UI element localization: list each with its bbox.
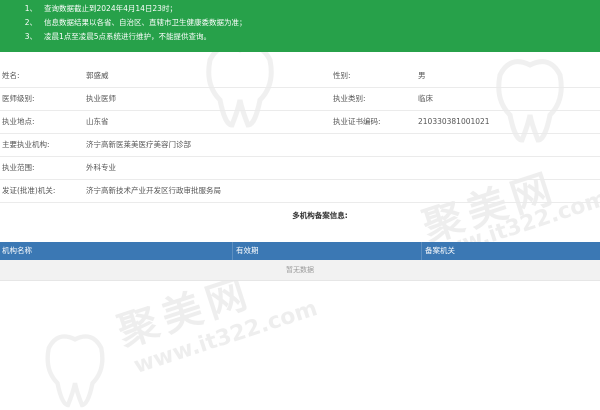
divider bbox=[0, 280, 600, 281]
category-label: 执业类别: bbox=[333, 94, 366, 103]
scope-value: 外科专业 bbox=[86, 163, 116, 172]
url-watermark: www.it322.com bbox=[130, 296, 321, 379]
notice-number: 1、 bbox=[24, 4, 37, 13]
tooth-watermark-icon bbox=[45, 334, 105, 408]
info-row: 执业地点: 山东省 执业证书编码: 210330381001021 bbox=[0, 111, 600, 134]
scope-label: 执业范围: bbox=[2, 163, 35, 172]
column-header-authority: 备案机关 bbox=[425, 246, 455, 255]
notice-item: 3、 凌晨1点至凌晨5点系统进行维护，不能提供查询。 bbox=[6, 32, 211, 42]
institution-value: 济宁高新医莱美医疗美容门诊部 bbox=[86, 140, 191, 149]
institution-label: 主要执业机构: bbox=[2, 140, 50, 149]
authority-value: 济宁高新技术产业开发区行政审批服务局 bbox=[86, 186, 221, 195]
name-value: 郭盛威 bbox=[86, 71, 109, 80]
notice-banner: 1、 查询数据截止到2024年4月14日23时； 2、 信息数据结果以各省、自治区、… bbox=[0, 0, 600, 52]
notice-item: 2、 信息数据结果以各省、自治区、直辖市卫生健康委数据为准； bbox=[6, 18, 247, 28]
gender-label: 性别: bbox=[333, 71, 351, 80]
info-row: 主要执业机构: 济宁高新医莱美医疗美容门诊部 bbox=[0, 134, 600, 157]
column-divider bbox=[232, 242, 233, 260]
multi-institution-title: 多机构备案信息: bbox=[292, 211, 348, 220]
authority-label: 发证(批准)机关: bbox=[2, 186, 56, 195]
notice-item: 1、 查询数据截止到2024年4月14日23时； bbox=[6, 4, 177, 14]
level-value: 执业医师 bbox=[86, 94, 116, 103]
info-row: 执业范围: 外科专业 bbox=[0, 157, 600, 180]
location-label: 执业地点: bbox=[2, 117, 35, 126]
page: 聚美网 www.it322.com 聚美网 www.it322.com 1、 查询… bbox=[0, 0, 600, 410]
location-value: 山东省 bbox=[86, 117, 109, 126]
column-header-validity: 有效期 bbox=[236, 246, 259, 255]
column-divider bbox=[421, 242, 422, 260]
info-row: 医师级别: 执业医师 执业类别: 临床 bbox=[0, 88, 600, 111]
category-value: 临床 bbox=[418, 94, 433, 103]
info-row: 发证(批准)机关: 济宁高新技术产业开发区行政审批服务局 bbox=[0, 180, 600, 203]
doctor-info-table: 姓名: 郭盛威 性别: 男 医师级别: 执业医师 执业类别: 临床 执业地点: … bbox=[0, 65, 600, 203]
column-header-institution: 机构名称 bbox=[2, 246, 32, 255]
cert-label: 执业证书编码: bbox=[333, 117, 381, 126]
gender-value: 男 bbox=[418, 71, 426, 80]
notice-number: 2、 bbox=[24, 18, 37, 27]
notice-text: 查询数据截止到2024年4月14日23时； bbox=[44, 4, 177, 13]
notice-text: 凌晨1点至凌晨5点系统进行维护，不能提供查询。 bbox=[44, 32, 212, 41]
name-label: 姓名: bbox=[2, 71, 20, 80]
multi-table-header: 机构名称 有效期 备案机关 bbox=[0, 242, 600, 260]
empty-state-row: 暂无数据 bbox=[0, 260, 600, 280]
notice-number: 3、 bbox=[24, 32, 37, 41]
cert-value: 210330381001021 bbox=[418, 117, 490, 126]
info-row: 姓名: 郭盛威 性别: 男 bbox=[0, 65, 600, 88]
level-label: 医师级别: bbox=[2, 94, 35, 103]
notice-text: 信息数据结果以各省、自治区、直辖市卫生健康委数据为准； bbox=[44, 18, 247, 27]
